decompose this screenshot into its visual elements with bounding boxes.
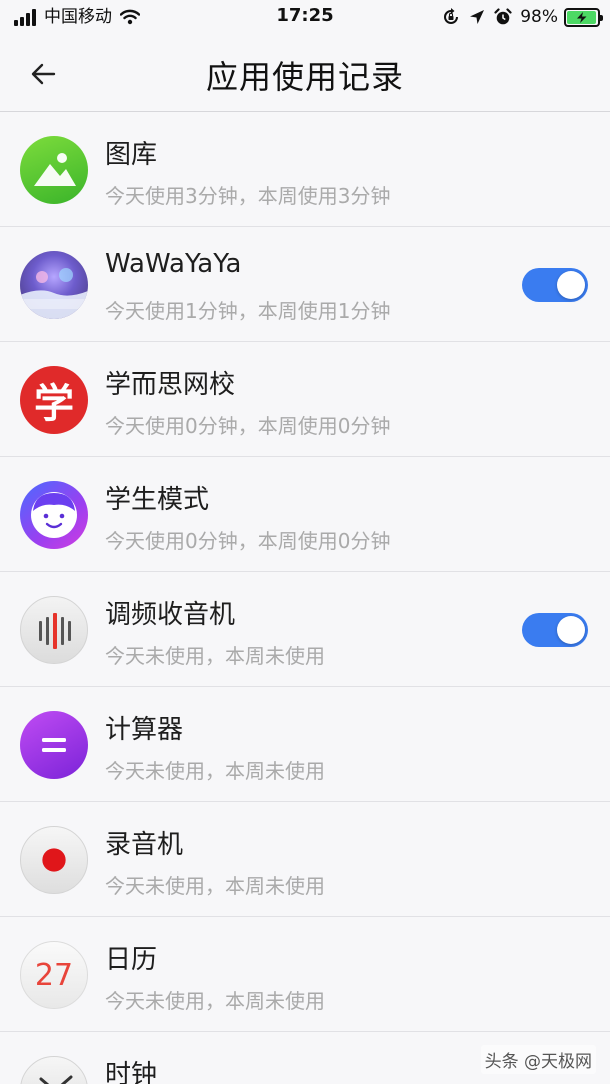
restriction-toggle[interactable] (522, 613, 588, 647)
calendar-date-glyph: 27 (34, 957, 74, 993)
alarm-icon (494, 8, 512, 26)
location-icon (468, 8, 486, 26)
calculator-icon (20, 711, 88, 779)
fm-radio-icon (20, 596, 88, 664)
page-title: 应用使用记录 (205, 58, 404, 96)
battery-percent: 98% (520, 7, 558, 27)
app-name: 调频收音机 (105, 600, 236, 630)
app-row-student-mode[interactable]: 学生模式 今天使用0分钟，本周使用0分钟 (0, 457, 610, 572)
student-mode-icon (20, 481, 88, 549)
app-row-calculator[interactable]: 计算器 今天未使用，本周未使用 (0, 687, 610, 802)
battery-fill (567, 10, 597, 24)
battery-charging-icon (564, 7, 603, 27)
wifi-icon (119, 9, 141, 25)
app-usage-text: 今天未使用，本周未使用 (105, 874, 325, 898)
clock-icon (20, 1056, 88, 1084)
source-watermark: 头条 @天极网 (480, 1045, 596, 1074)
app-name: 录音机 (105, 830, 184, 860)
nav-bar: 应用使用记录 (0, 34, 610, 112)
app-row-gallery[interactable]: 图库 今天使用3分钟，本周使用3分钟 (0, 112, 610, 227)
gallery-icon (20, 136, 88, 204)
app-name: WaWaYaYa (105, 249, 242, 279)
app-usage-text: 今天使用0分钟，本周使用0分钟 (105, 414, 391, 438)
app-usage-text: 今天使用1分钟，本周使用1分钟 (105, 299, 391, 323)
restriction-toggle[interactable] (522, 268, 588, 302)
app-usage-text: 今天未使用，本周未使用 (105, 759, 325, 783)
app-row-wawayaya[interactable]: WaWaYaYa 今天使用1分钟，本周使用1分钟 (0, 227, 610, 342)
app-usage-text: 今天未使用，本周未使用 (105, 989, 325, 1013)
carrier-name: 中国移动 (44, 7, 112, 27)
app-row-fm-radio[interactable]: 调频收音机 今天未使用，本周未使用 (0, 572, 610, 687)
battery-cap (600, 14, 603, 21)
screen-lock-rotation-icon (442, 8, 460, 26)
signal-icon (14, 8, 38, 26)
app-name: 计算器 (105, 715, 184, 745)
app-row-calendar[interactable]: 27 日历 今天未使用，本周未使用 (0, 917, 610, 1032)
recorder-icon (20, 826, 88, 894)
app-row-recorder[interactable]: 录音机 今天未使用，本周未使用 (0, 802, 610, 917)
app-usage-text: 今天使用3分钟，本周使用3分钟 (105, 184, 391, 208)
app-name: 时钟 (105, 1060, 158, 1084)
app-name: 日历 (105, 945, 158, 975)
app-usage-text: 今天未使用，本周未使用 (105, 644, 325, 668)
app-usage-list: 图库 今天使用3分钟，本周使用3分钟 WaWaYaYa 今天使用1分钟，本周使用… (0, 112, 610, 1084)
status-bar: 中国移动 17:25 98% (0, 0, 610, 34)
wawayaya-app-icon (20, 251, 88, 319)
app-row-xueersi[interactable]: 学 学而思网校 今天使用0分钟，本周使用0分钟 (0, 342, 610, 457)
app-name: 图库 (105, 140, 158, 170)
status-bar-right: 98% (442, 6, 603, 28)
toggle-knob (557, 616, 585, 644)
toggle-knob (557, 271, 585, 299)
app-usage-text: 今天使用0分钟，本周使用0分钟 (105, 529, 391, 553)
xueersi-icon-glyph: 学 (34, 381, 74, 427)
app-name: 学生模式 (105, 485, 210, 515)
calendar-icon: 27 (20, 941, 88, 1009)
status-bar-left: 中国移动 (14, 6, 141, 28)
app-name: 学而思网校 (105, 370, 236, 400)
xueersi-app-icon: 学 (20, 366, 88, 434)
